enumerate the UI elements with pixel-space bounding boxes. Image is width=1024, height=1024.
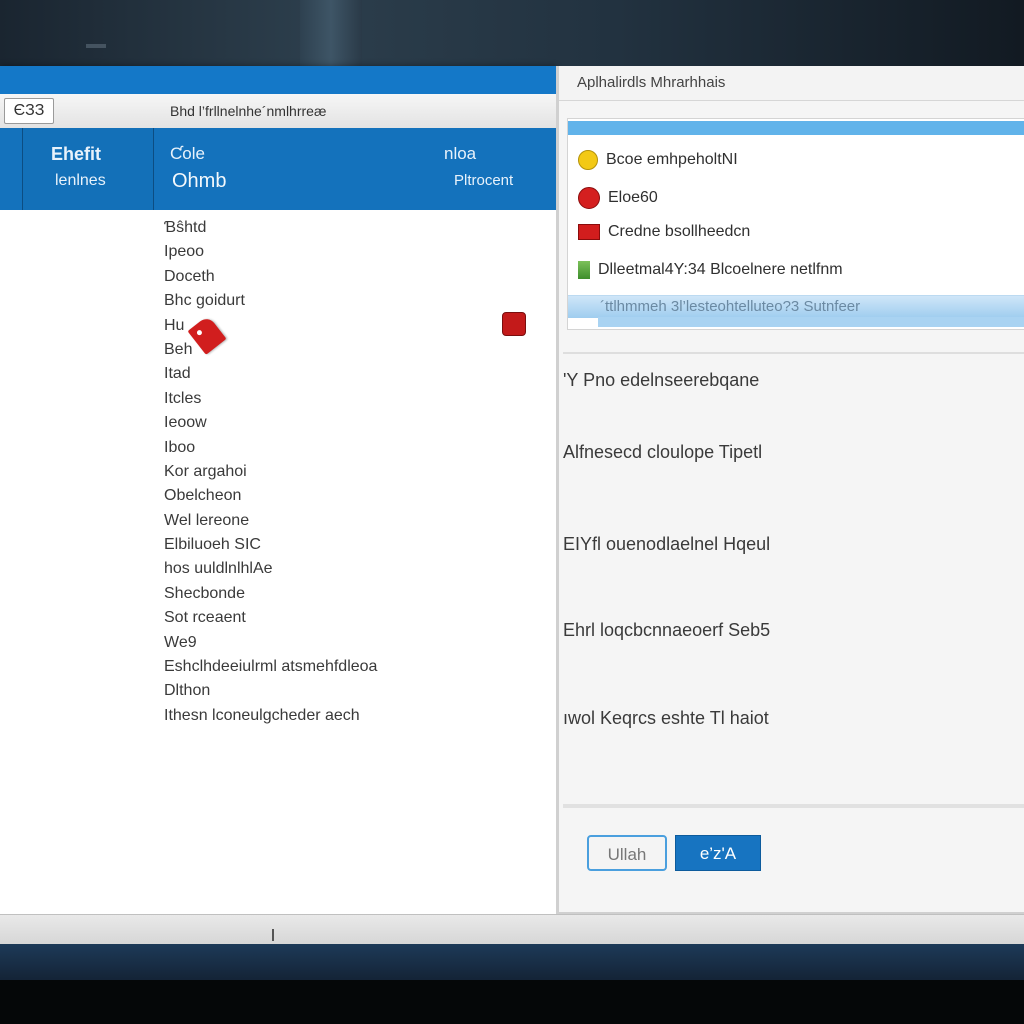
window-titlebar[interactable] xyxy=(0,66,556,94)
red-circle-icon xyxy=(578,186,600,209)
list-item[interactable]: Eshclhdeeiulrml atsmehfdleoa xyxy=(164,655,544,679)
selected-row-text: ´ttlhmmeh 3l’lesteohtelluteo?3 Sutnfeer xyxy=(600,298,861,315)
list-item[interactable]: Itcles xyxy=(164,387,544,411)
option-label: Eloe60 xyxy=(608,189,658,206)
desktop-background-top xyxy=(0,0,1024,66)
taskbar-strip xyxy=(0,980,1024,1024)
description-line: ıwol Keqrcs eshte Tl haiot xyxy=(563,708,769,728)
header-mid-title: Ƈole xyxy=(170,144,205,163)
list-item[interactable]: Ɓŝhtd xyxy=(164,216,544,240)
side-window-titlebar[interactable]: Aplhalirdls Mhrarhhais xyxy=(559,66,1024,101)
side-window-title: Aplhalirdls Mhrarhhais xyxy=(577,74,726,91)
list-item[interactable]: Dlthon xyxy=(164,679,544,703)
option-label: Bcoe emhpeholtNI xyxy=(606,151,738,168)
option-label: Credne bsollheedcn xyxy=(608,223,751,240)
description-line: 'Y Pno edelnseerebqane xyxy=(563,370,760,390)
list-item[interactable]: Doceth xyxy=(164,265,544,289)
selection-underline xyxy=(598,317,1024,327)
list-item[interactable]: Itad xyxy=(164,362,544,386)
list-item[interactable]: Sot rceaent xyxy=(164,606,544,630)
description-line: Alfnesecd cloulope Tipetl xyxy=(563,442,763,462)
footer-divider xyxy=(563,804,1024,808)
yellow-dot-icon xyxy=(578,149,598,170)
list-item[interactable]: Ipeoo xyxy=(164,240,544,264)
window-title: Bhd l’frllnelnhe´nmlhrreæ xyxy=(170,103,327,119)
option-item[interactable]: Eloe60 xyxy=(578,185,658,211)
option-label: Dlleetmal4Y:34 Blcoelnere netlfnm xyxy=(598,261,843,278)
desktop-decoration xyxy=(300,0,362,66)
header-band: Ehefit lenlnes Ƈole Ohmb nloa Pltrocent xyxy=(0,128,556,210)
list-item[interactable]: Wel lereone xyxy=(164,509,544,533)
list-item[interactable]: Ithesn lconeulgcheder aech xyxy=(164,704,544,728)
description-line: EIYfl ouenodlaelnel Hqeul xyxy=(563,534,771,554)
main-window: ЄЗЗ Bhd l’frllnelnhe´nmlhrreæ Ehefit len… xyxy=(0,66,556,914)
header-right-title: nloa xyxy=(444,144,477,163)
list-item[interactable]: We9 xyxy=(164,631,544,655)
green-bar-icon xyxy=(578,260,590,279)
panel-header-bar xyxy=(568,121,1024,135)
section-divider xyxy=(563,352,1024,354)
list-item[interactable]: Shecbonde xyxy=(164,582,544,606)
option-item[interactable]: Credne bsollheedcn xyxy=(578,219,750,245)
list-item[interactable]: hos uuldlnlhlAe xyxy=(164,557,544,581)
list-item[interactable]: Bhc goidurt xyxy=(164,289,544,313)
app-icon-button[interactable]: ЄЗЗ xyxy=(4,98,54,124)
item-list: Ɓŝhtd Ipeoo Doceth Bhc goidurt Hu Beh It… xyxy=(164,216,544,728)
selected-row[interactable]: ´ttlhmmeh 3l’lesteohtelluteo?3 Sutnfeer xyxy=(568,295,1024,318)
status-bar xyxy=(0,914,1024,945)
desktop-decoration xyxy=(86,44,106,48)
list-item[interactable]: Kor argahoi xyxy=(164,460,544,484)
header-left-title: Ehefit xyxy=(51,144,102,164)
list-item[interactable]: Ieoow xyxy=(164,411,544,435)
header-mid-subtitle: Ohmb xyxy=(172,170,227,192)
confirm-button[interactable]: e’z'A xyxy=(675,835,761,871)
red-square-icon xyxy=(578,223,600,240)
header-right-subtitle: Pltrocent xyxy=(454,172,514,189)
list-item[interactable]: Iboo xyxy=(164,436,544,460)
list-item[interactable]: Obelcheon xyxy=(164,484,544,508)
side-window: Aplhalirdls Mhrarhhais Bcoe emhpeholtNI … xyxy=(556,66,1024,914)
options-panel: Bcoe emhpeholtNI Eloe60 Credne bsollheed… xyxy=(567,118,1024,330)
cancel-button[interactable]: Ullah xyxy=(587,835,667,871)
option-item[interactable]: Bcoe emhpeholtNI xyxy=(578,147,738,173)
header-left-subtitle: lenlnes xyxy=(55,172,106,189)
red-badge-icon[interactable] xyxy=(502,312,526,336)
description-line: Ehrl loqcbcnnaeoerf Seb5 xyxy=(563,620,771,640)
status-marker xyxy=(272,929,274,941)
option-item[interactable]: Dlleetmal4Y:34 Blcoelnere netlfnm xyxy=(578,257,843,283)
list-item[interactable]: Elbiluoeh SIC xyxy=(164,533,544,557)
header-cell-left[interactable]: Ehefit lenlnes xyxy=(22,128,154,210)
taskbar xyxy=(0,944,1024,1024)
toolbar: ЄЗЗ Bhd l’frllnelnhe´nmlhrreæ xyxy=(0,94,556,129)
